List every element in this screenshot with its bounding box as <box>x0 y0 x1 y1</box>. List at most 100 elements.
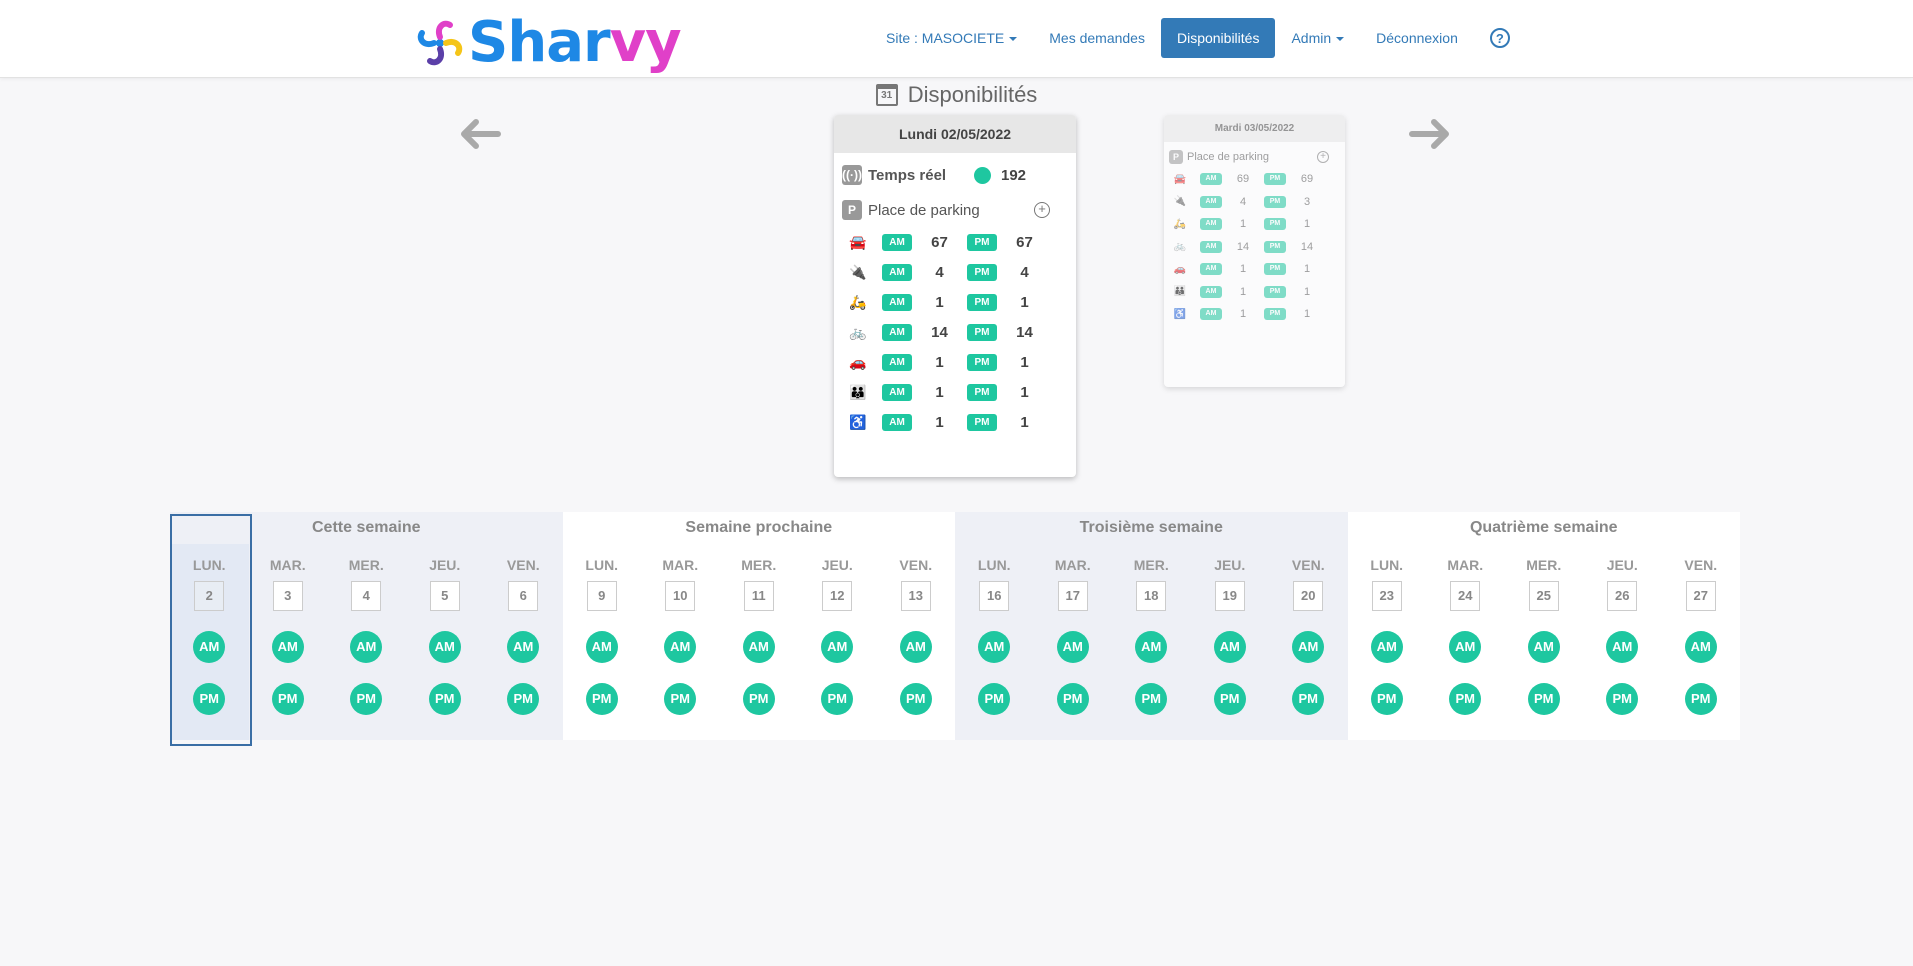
day-number[interactable]: 4 <box>351 581 382 611</box>
vehicle-row[interactable]: ♿ AM 1 PM 1 <box>834 407 1076 437</box>
day-card-next[interactable]: Mardi 03/05/2022 P Place de parking + 🚘 … <box>1164 115 1345 387</box>
day-column[interactable]: VEN. 6 AM PM <box>484 544 563 740</box>
pm-slot-button[interactable]: PM <box>664 683 697 715</box>
am-slot-button[interactable]: AM <box>1370 631 1403 663</box>
day-number[interactable]: 17 <box>1057 581 1088 611</box>
am-slot-button[interactable]: AM <box>742 631 775 663</box>
pm-slot-button[interactable]: PM <box>1056 683 1089 715</box>
am-slot-button[interactable]: AM <box>821 631 854 663</box>
am-slot-button[interactable]: AM <box>193 631 226 663</box>
am-slot-button[interactable]: AM <box>899 631 932 663</box>
previous-day-arrow-icon[interactable] <box>458 114 502 154</box>
vehicle-row[interactable]: 🚗 AM 1 PM 1 <box>834 347 1076 377</box>
day-number[interactable]: 2 <box>194 581 225 611</box>
pm-slot-button[interactable]: PM <box>350 683 383 715</box>
pm-slot-button[interactable]: PM <box>742 683 775 715</box>
day-number[interactable]: 10 <box>665 581 696 611</box>
day-column[interactable]: JEU. 5 AM PM <box>406 544 485 740</box>
vehicle-row[interactable]: 🚘 AM 67 PM 67 <box>834 227 1076 257</box>
day-number[interactable]: 3 <box>272 581 303 611</box>
pm-slot-button[interactable]: PM <box>1606 683 1639 715</box>
day-number[interactable]: 9 <box>586 581 617 611</box>
day-column[interactable]: LUN. 2 AM PM <box>170 514 252 746</box>
admin-dropdown[interactable]: Admin <box>1275 18 1360 58</box>
day-column[interactable]: MER. 25 AM PM <box>1505 544 1584 740</box>
day-column[interactable]: MAR. 17 AM PM <box>1034 544 1113 740</box>
nav-logout[interactable]: Déconnexion <box>1360 18 1474 58</box>
day-number[interactable]: 24 <box>1450 581 1481 611</box>
day-column[interactable]: MAR. 24 AM PM <box>1426 544 1505 740</box>
am-slot-button[interactable]: AM <box>1292 631 1325 663</box>
pm-slot-button[interactable]: PM <box>1135 683 1168 715</box>
am-slot-button[interactable]: AM <box>428 631 461 663</box>
am-slot-button[interactable]: AM <box>585 631 618 663</box>
day-number[interactable]: 6 <box>508 581 539 611</box>
brand-logo[interactable]: Sharvy <box>416 12 682 74</box>
pm-slot-button[interactable]: PM <box>1213 683 1246 715</box>
day-column[interactable]: MAR. 10 AM PM <box>641 544 720 740</box>
day-column[interactable]: VEN. 20 AM PM <box>1269 544 1348 740</box>
pm-slot-button[interactable]: PM <box>1684 683 1717 715</box>
pm-slot-button[interactable]: PM <box>978 683 1011 715</box>
am-slot-button[interactable]: AM <box>1213 631 1246 663</box>
day-number[interactable]: 12 <box>822 581 853 611</box>
site-dropdown[interactable]: Site : MASOCIETE <box>870 18 1033 58</box>
expand-plus-icon[interactable]: + <box>1034 202 1050 218</box>
help-icon[interactable]: ? <box>1489 28 1510 48</box>
day-column[interactable]: VEN. 27 AM PM <box>1662 544 1741 740</box>
am-slot-button[interactable]: AM <box>1527 631 1560 663</box>
pm-slot-button[interactable]: PM <box>507 683 540 715</box>
nav-availability[interactable]: Disponibilités <box>1160 18 1276 58</box>
vehicle-row[interactable]: 👪 AM 1 PM 1 <box>834 377 1076 407</box>
pm-slot-button[interactable]: PM <box>1370 683 1403 715</box>
day-number[interactable]: 16 <box>979 581 1010 611</box>
day-number[interactable]: 18 <box>1136 581 1167 611</box>
day-number[interactable]: 23 <box>1371 581 1402 611</box>
expand-plus-icon[interactable]: + <box>1317 151 1329 163</box>
pm-slot-button[interactable]: PM <box>193 683 226 715</box>
vehicle-row[interactable]: 🔌 AM 4 PM 4 <box>834 257 1076 287</box>
day-number[interactable]: 20 <box>1293 581 1324 611</box>
week-title: Quatrième semaine <box>1469 519 1618 536</box>
am-slot-button[interactable]: AM <box>1449 631 1482 663</box>
am-slot-button[interactable]: AM <box>350 631 383 663</box>
day-column[interactable]: JEU. 12 AM PM <box>798 544 877 740</box>
pm-slot-button[interactable]: PM <box>271 683 304 715</box>
day-column[interactable]: LUN. 16 AM PM <box>955 544 1034 740</box>
day-number[interactable]: 11 <box>743 581 774 611</box>
am-slot-button[interactable]: AM <box>1684 631 1717 663</box>
day-number[interactable]: 27 <box>1685 581 1716 611</box>
day-column[interactable]: JEU. 26 AM PM <box>1583 544 1662 740</box>
day-column[interactable]: MER. 18 AM PM <box>1112 544 1191 740</box>
nav-my-requests[interactable]: Mes demandes <box>1033 18 1161 58</box>
am-slot-button[interactable]: AM <box>664 631 697 663</box>
day-number[interactable]: 25 <box>1528 581 1559 611</box>
day-number[interactable]: 13 <box>900 581 931 611</box>
vehicle-row[interactable]: 🚲 AM 14 PM 14 <box>834 317 1076 347</box>
day-number[interactable]: 19 <box>1214 581 1245 611</box>
pm-slot-button[interactable]: PM <box>821 683 854 715</box>
am-slot-button[interactable]: AM <box>1056 631 1089 663</box>
day-column[interactable]: LUN. 9 AM PM <box>563 544 642 740</box>
vehicle-row[interactable]: 🛵 AM 1 PM 1 <box>834 287 1076 317</box>
am-slot-button[interactable]: AM <box>978 631 1011 663</box>
day-column[interactable]: MER. 11 AM PM <box>720 544 799 740</box>
pm-slot-button[interactable]: PM <box>428 683 461 715</box>
pm-slot-button[interactable]: PM <box>1292 683 1325 715</box>
day-number[interactable]: 26 <box>1607 581 1638 611</box>
day-column[interactable]: MER. 4 AM PM <box>327 544 406 740</box>
next-day-arrow-icon[interactable] <box>1408 114 1452 154</box>
am-slot-button[interactable]: AM <box>1135 631 1168 663</box>
day-column[interactable]: MAR. 3 AM PM <box>249 544 328 740</box>
day-number[interactable]: 5 <box>429 581 460 611</box>
pm-slot-button[interactable]: PM <box>585 683 618 715</box>
day-column[interactable]: VEN. 13 AM PM <box>877 544 956 740</box>
pm-slot-button[interactable]: PM <box>1527 683 1560 715</box>
am-slot-button[interactable]: AM <box>507 631 540 663</box>
am-slot-button[interactable]: AM <box>271 631 304 663</box>
pm-slot-button[interactable]: PM <box>899 683 932 715</box>
am-slot-button[interactable]: AM <box>1606 631 1639 663</box>
day-column[interactable]: JEU. 19 AM PM <box>1191 544 1270 740</box>
pm-slot-button[interactable]: PM <box>1449 683 1482 715</box>
day-column[interactable]: LUN. 23 AM PM <box>1348 544 1427 740</box>
